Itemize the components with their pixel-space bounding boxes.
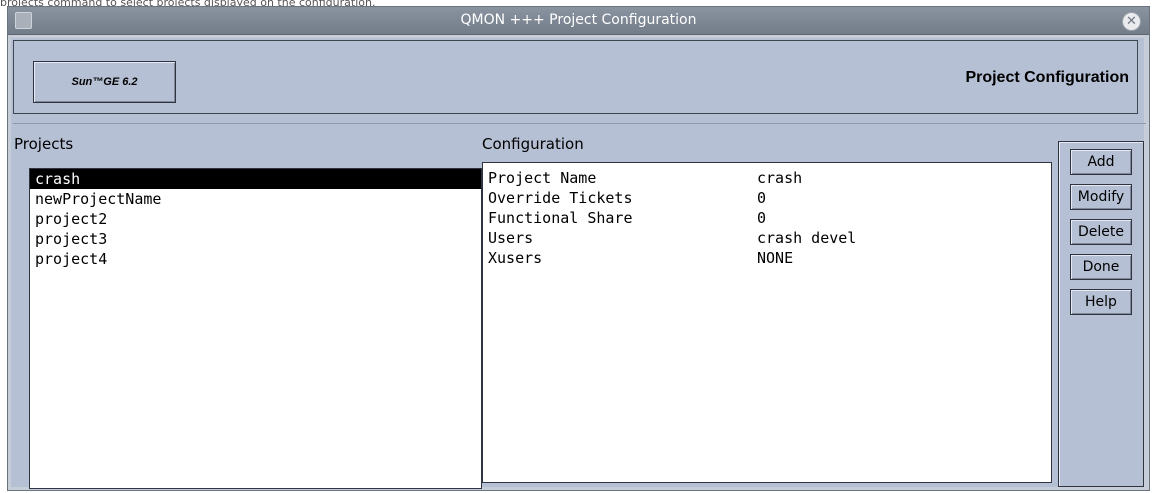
- client-area: Sun™GE 6.2 Project Configuration Project…: [11, 38, 1146, 489]
- project-item-project3[interactable]: project3: [30, 229, 481, 249]
- product-logo-button[interactable]: Sun™GE 6.2: [33, 61, 176, 103]
- close-icon[interactable]: ✕: [1122, 12, 1141, 31]
- config-value: crash devel: [757, 229, 857, 247]
- project-item-crash[interactable]: crash: [30, 169, 481, 189]
- config-row-project-name: Project Name crash: [483, 168, 1051, 188]
- project-item-newprojectname[interactable]: newProjectName: [30, 189, 481, 209]
- projects-list[interactable]: crash newProjectName project2 project3 p…: [29, 168, 482, 489]
- config-value: NONE: [757, 249, 794, 267]
- modify-button[interactable]: Modify: [1070, 184, 1132, 210]
- config-value: crash: [757, 169, 803, 187]
- config-row-xusers: Xusers NONE: [483, 248, 1051, 268]
- project-config-window: QMON +++ Project Configuration ✕ Sun™GE …: [7, 6, 1150, 491]
- config-value: 0: [757, 209, 767, 227]
- config-row-users: Users crash devel: [483, 228, 1051, 248]
- action-button-panel: Add Modify Delete Done Help: [1058, 141, 1144, 487]
- config-row-override-tickets: Override Tickets 0: [483, 188, 1051, 208]
- header-divider: [13, 123, 1146, 124]
- config-key: Override Tickets: [488, 189, 633, 207]
- page-title: Project Configuration: [965, 69, 1129, 86]
- delete-button[interactable]: Delete: [1070, 219, 1132, 245]
- done-button[interactable]: Done: [1070, 254, 1132, 280]
- project-item-project2[interactable]: project2: [30, 209, 481, 229]
- window-title: QMON +++ Project Configuration: [460, 12, 697, 28]
- config-row-functional-share: Functional Share 0: [483, 208, 1051, 228]
- config-key: Xusers: [488, 249, 543, 267]
- help-button[interactable]: Help: [1070, 289, 1132, 315]
- title-bar[interactable]: QMON +++ Project Configuration ✕: [8, 7, 1149, 35]
- config-key: Users: [488, 229, 534, 247]
- project-item-project4[interactable]: project4: [30, 249, 481, 269]
- projects-label: Projects: [14, 135, 74, 153]
- config-key: Project Name: [488, 169, 597, 187]
- configuration-label: Configuration: [482, 135, 584, 153]
- config-key: Functional Share: [488, 209, 633, 227]
- config-value: 0: [757, 189, 767, 207]
- add-button[interactable]: Add: [1070, 149, 1132, 175]
- configuration-panel: Project Name crash Override Tickets 0 Fu…: [482, 162, 1052, 483]
- header-panel: Sun™GE 6.2 Project Configuration: [13, 40, 1138, 114]
